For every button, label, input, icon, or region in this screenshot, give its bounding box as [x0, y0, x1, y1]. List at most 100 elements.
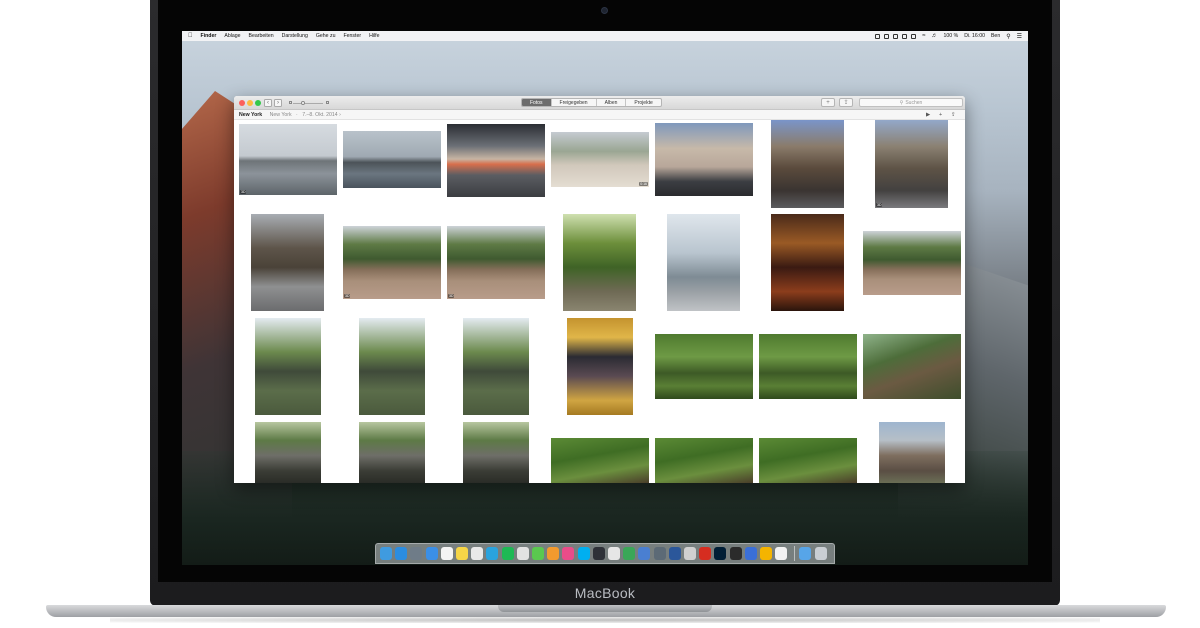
- notes-icon[interactable]: [456, 547, 468, 560]
- photo-street-market[interactable]: [447, 124, 545, 197]
- photo-rocks-3[interactable]: [463, 422, 529, 483]
- close-button[interactable]: [239, 100, 245, 106]
- tab-alben[interactable]: Alben: [597, 99, 627, 106]
- minimize-button[interactable]: [247, 100, 253, 106]
- photo-terrace-3[interactable]: [863, 231, 961, 295]
- downloads-folder-icon[interactable]: [799, 547, 812, 560]
- photoshop-icon[interactable]: [714, 547, 727, 560]
- word-icon[interactable]: [668, 547, 681, 560]
- photo-avenue[interactable]: [771, 120, 844, 208]
- search-input[interactable]: ⚲ Suchen: [859, 98, 963, 107]
- preview-icon[interactable]: [410, 547, 423, 560]
- add-button[interactable]: +: [821, 98, 835, 107]
- time-machine-icon[interactable]: [653, 547, 666, 560]
- photo-terrace-1[interactable]: 3D: [343, 226, 441, 299]
- menu-hilfe[interactable]: Hilfe: [369, 33, 379, 39]
- small-thumb-icon: [289, 101, 292, 104]
- safari-icon[interactable]: [425, 547, 438, 560]
- telegram-icon[interactable]: [486, 547, 499, 560]
- photos-icon[interactable]: [516, 547, 529, 560]
- menu-fenster[interactable]: Fenster: [343, 33, 361, 39]
- photo-fountain-1[interactable]: [255, 318, 321, 415]
- menu-bearbeiten[interactable]: Bearbeiten: [249, 33, 274, 39]
- volume-icon[interactable]: ♬: [931, 33, 937, 39]
- tab-fotos[interactable]: Fotos: [522, 99, 552, 106]
- menu-darstellung[interactable]: Darstellung: [282, 33, 308, 39]
- apple-menu-icon[interactable]: : [188, 33, 193, 39]
- menu-ablage[interactable]: Ablage: [224, 33, 240, 39]
- wifi-icon[interactable]: ≈: [922, 33, 925, 39]
- add-to-button[interactable]: +: [939, 110, 942, 120]
- date-range[interactable]: 7.–8. Okt. 2014 ›: [302, 112, 341, 118]
- globe-icon[interactable]: [744, 547, 757, 560]
- photo-leaves-2[interactable]: [655, 438, 753, 483]
- app-store-icon[interactable]: [395, 547, 408, 560]
- tab-projekte[interactable]: Projekte: [626, 99, 660, 106]
- skype-icon[interactable]: [577, 547, 590, 560]
- ibooks-icon[interactable]: [547, 547, 560, 560]
- photo-harbor-1[interactable]: 3D: [239, 124, 337, 195]
- photo-harbor-2[interactable]: [343, 131, 441, 188]
- textedit-icon[interactable]: [775, 547, 788, 560]
- slideshow-button[interactable]: ▶: [926, 110, 930, 120]
- finder-icon[interactable]: [380, 547, 392, 560]
- photo-city[interactable]: [879, 422, 945, 483]
- photo-bridge-1[interactable]: [655, 334, 753, 399]
- scrobbles-icon[interactable]: [684, 547, 696, 560]
- photo-forest-path[interactable]: [563, 214, 636, 311]
- photo-bridge-2[interactable]: [759, 334, 857, 399]
- photo-terrace-2[interactable]: 3D: [447, 226, 545, 299]
- device-brand: MacBook: [574, 585, 636, 601]
- menu-gehe-zu[interactable]: Gehe zu: [316, 33, 336, 39]
- photo-glass-cube[interactable]: [667, 214, 740, 311]
- zoom-slider[interactable]: [289, 101, 329, 105]
- adobe-icon[interactable]: [699, 547, 712, 560]
- slider-knob[interactable]: [301, 101, 305, 105]
- stocks-icon[interactable]: [592, 547, 605, 560]
- trash-icon[interactable]: [814, 547, 827, 560]
- window-titlebar[interactable]: ‹ › Fotos Freigegeben Alben Projekte + ⇪: [234, 96, 965, 110]
- messages-icon[interactable]: [532, 547, 544, 560]
- photo-rocks-2[interactable]: [359, 422, 425, 483]
- screenshot-icon[interactable]: [608, 547, 620, 560]
- menu-clock[interactable]: Di. 16:00: [964, 33, 985, 39]
- photo-tower[interactable]: [251, 214, 324, 311]
- bluetooth-icon[interactable]: [911, 33, 917, 39]
- photo-plaza[interactable]: 0:16: [551, 132, 649, 187]
- photo-poster[interactable]: [567, 318, 633, 415]
- back-button[interactable]: ‹: [264, 99, 272, 107]
- photo-woods[interactable]: [863, 334, 961, 399]
- photo-fountain-3[interactable]: [463, 318, 529, 415]
- airplay-icon[interactable]: [893, 33, 899, 39]
- share-button[interactable]: ⇪: [839, 98, 853, 107]
- battery-percent[interactable]: 100 %: [943, 33, 958, 39]
- slides-icon[interactable]: [760, 547, 772, 560]
- notification-center-icon[interactable]: ☰: [1017, 33, 1022, 40]
- forward-button[interactable]: ›: [274, 99, 282, 107]
- dropbox-icon[interactable]: [875, 33, 881, 39]
- documents-icon[interactable]: [471, 547, 484, 560]
- photo-cars[interactable]: [655, 123, 753, 196]
- photo-rocks-1[interactable]: [255, 422, 321, 483]
- spotify-icon[interactable]: [501, 547, 514, 560]
- photo-leaves-3[interactable]: [759, 438, 857, 483]
- photo-leaves-1[interactable]: [551, 438, 649, 483]
- desktop-screen:  Finder Ablage Bearbeiten Darstellung G…: [182, 31, 1028, 565]
- zoom-button[interactable]: [255, 100, 261, 106]
- menu-finder[interactable]: Finder: [201, 33, 217, 39]
- tab-freigegeben[interactable]: Freigegeben: [552, 99, 597, 106]
- share-moment-button[interactable]: ⇪: [951, 110, 956, 120]
- photo-theater[interactable]: [771, 214, 844, 311]
- user-name[interactable]: Ben: [991, 33, 1000, 39]
- calendar-icon[interactable]: [440, 547, 453, 560]
- itunes-icon[interactable]: [562, 547, 575, 560]
- cloud-icon[interactable]: [884, 33, 890, 39]
- time-machine-menu-icon[interactable]: [902, 33, 908, 39]
- numbers-icon[interactable]: [623, 547, 636, 560]
- photo-avenue-2[interactable]: 3D: [875, 120, 948, 208]
- spotlight-icon[interactable]: ⚲: [1006, 33, 1010, 40]
- terminal-icon[interactable]: [729, 547, 742, 560]
- keynote-icon[interactable]: [638, 547, 651, 560]
- search-icon: ⚲: [899, 100, 904, 106]
- photo-fountain-2[interactable]: [359, 318, 425, 415]
